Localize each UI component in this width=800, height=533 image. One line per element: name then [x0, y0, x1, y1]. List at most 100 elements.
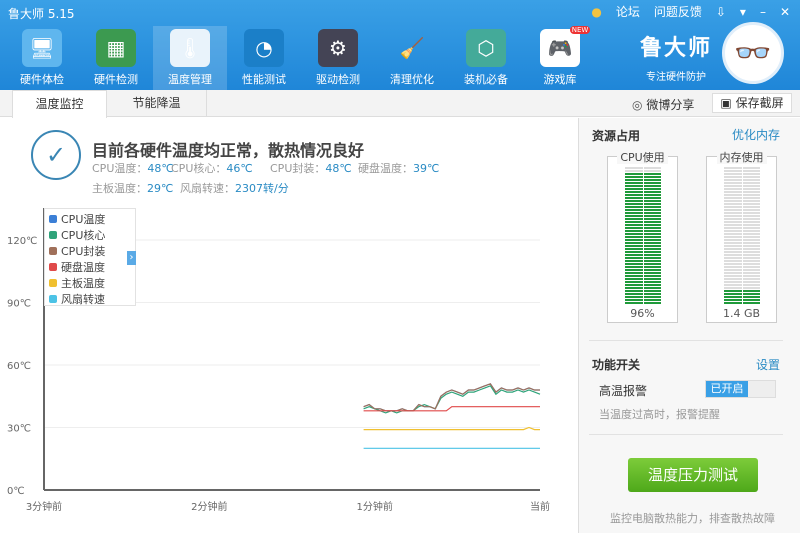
screenshot-label: 保存截屏	[735, 96, 784, 110]
status-item: CPU封装：48℃	[270, 160, 352, 176]
status-value: 46℃	[226, 162, 253, 175]
legend-item[interactable]: 主板温度	[49, 275, 131, 291]
nav-item-1[interactable]: ▦ 硬件检测	[79, 26, 153, 90]
nav-item-0[interactable]: 🖥 硬件体检	[5, 26, 79, 90]
legend-swatch	[49, 295, 57, 303]
brand-name: 鲁大师	[640, 36, 713, 61]
status-label: 硬盘温度：	[358, 162, 413, 175]
y-tick-label: 30℃	[7, 424, 31, 435]
download-icon[interactable]: ⇩	[716, 5, 726, 19]
nav-label: 装机必备	[464, 73, 508, 86]
high-temp-alarm-label: 高温报警	[599, 384, 648, 398]
x-tick-label: 3分钟前	[26, 500, 62, 513]
status-label: CPU温度：	[92, 162, 148, 175]
series-line-硬盘温度	[363, 406, 540, 412]
nav-label: 清理优化	[390, 73, 434, 86]
cpu-usage-value: 96%	[630, 307, 655, 320]
x-tick-label: 1分钟前	[356, 500, 392, 513]
switch-title: 功能开关	[592, 358, 641, 372]
camera-icon: ▣	[720, 96, 732, 110]
legend-label: 风扇转速	[61, 293, 105, 306]
nav-item-4[interactable]: ⚙ 驱动检测	[301, 26, 375, 90]
memory-usage-label: 内存使用	[716, 151, 767, 164]
y-tick-label: 120℃	[7, 236, 37, 247]
cpu-usage-label: CPU使用	[617, 151, 668, 164]
monitor-icon: 🖥	[22, 29, 62, 67]
share-label: 微博分享	[646, 98, 695, 112]
divider	[589, 340, 783, 341]
legend-label: CPU核心	[61, 229, 106, 242]
status-value: 39℃	[413, 162, 440, 175]
legend-expand-button[interactable]: ›	[127, 251, 136, 265]
save-screenshot-button[interactable]: ▣ 保存截屏	[712, 93, 792, 113]
y-tick-label: 0℃	[7, 486, 25, 497]
close-icon[interactable]: ✕	[780, 5, 790, 19]
new-badge: NEW	[569, 26, 591, 34]
status-label: CPU封装：	[270, 162, 326, 175]
forum-link[interactable]: 论坛	[616, 3, 640, 20]
alarm-description: 当温度过高时，报警提醒	[599, 408, 720, 421]
legend-swatch	[49, 215, 57, 223]
status-label: CPU核心：	[171, 162, 227, 175]
broom-icon: 🧹	[399, 36, 425, 60]
legend-item[interactable]: 风扇转速	[49, 291, 131, 307]
status-value: 29℃	[147, 182, 174, 195]
avatar[interactable]: 👓	[722, 22, 784, 84]
chart-legend: CPU温度 CPU核心 CPU封装硬盘温度 主板温度风扇转速	[44, 208, 136, 306]
check-icon: ✓	[31, 130, 81, 180]
stress-test-button[interactable]: 温度压力测试	[628, 458, 758, 492]
status-item: 风扇转速：2307转/分	[180, 180, 289, 196]
brand-slogan: 专注硬件防护	[646, 72, 706, 83]
stress-description: 监控电脑散热能力，排查散热故障	[610, 512, 775, 525]
header: 鲁大师 5.15 ● 论坛 问题反馈 ⇩ ▾ – ✕ 🖥 硬件体检 ▦ 硬件检测 🌡 温度…	[0, 0, 800, 90]
nav-item-7[interactable]: 🎮 游戏库 NEW	[523, 26, 597, 90]
gamepad-icon: 🎮	[540, 29, 580, 67]
nav-label: 游戏库	[543, 73, 577, 86]
feedback-link[interactable]: 问题反馈	[654, 3, 702, 20]
legend-item[interactable]: CPU核心	[49, 227, 131, 243]
legend-swatch	[49, 263, 57, 271]
status-item: 主板温度：29℃	[92, 180, 173, 196]
legend-item[interactable]: CPU温度	[49, 211, 131, 227]
status-item: CPU核心：46℃	[171, 160, 253, 176]
y-tick-label: 90℃	[7, 299, 31, 310]
tab-temperature-monitor[interactable]: 温度监控	[12, 90, 107, 118]
legend-item[interactable]: CPU封装	[49, 243, 131, 259]
legend-item[interactable]: 硬盘温度	[49, 259, 131, 275]
thermometer-icon: 🌡	[170, 29, 210, 67]
tab-energy-cooling[interactable]: 节能降温	[107, 90, 207, 117]
minimize-icon[interactable]: –	[760, 5, 766, 19]
nav-item-2[interactable]: 🌡 温度管理	[153, 26, 227, 90]
weibo-share-button[interactable]: ◎ 微博分享	[632, 96, 694, 113]
memory-usage-meter: 内存使用 1.4 GB	[706, 151, 777, 323]
nav-label: 硬件检测	[94, 73, 138, 86]
nav-label: 驱动检测	[316, 73, 360, 86]
x-tick-label: 当前	[530, 500, 550, 513]
legend-swatch	[49, 279, 57, 287]
speedometer-icon: ◔	[244, 29, 284, 67]
medal-icon[interactable]: ●	[591, 5, 601, 19]
nav-item-3[interactable]: ◔ 性能测试	[227, 26, 301, 90]
legend-swatch	[49, 247, 57, 255]
high-temp-alarm-toggle[interactable]: 已开启	[705, 380, 776, 398]
toggle-state: 已开启	[706, 381, 748, 397]
status-value: 48℃	[147, 162, 174, 175]
status-item: 硬盘温度：39℃	[358, 160, 439, 176]
status-headline: 目前各硬件温度均正常，散热情况良好	[92, 141, 365, 160]
legend-label: CPU封装	[61, 245, 106, 258]
status-value: 48℃	[325, 162, 352, 175]
nav-item-6[interactable]: ⬡ 装机必备	[449, 26, 523, 90]
status-value: 2307转/分	[235, 182, 289, 195]
app-title: 鲁大师 5.15	[8, 7, 75, 21]
legend-label: 硬盘温度	[61, 261, 105, 274]
menu-icon[interactable]: ▾	[740, 5, 746, 19]
status-label: 风扇转速：	[180, 182, 235, 195]
settings-link[interactable]: 设置	[756, 356, 780, 373]
sidebar: 资源占用 优化内存 CPU使用 96% 内存使用 1.4 GB 功能开关 设置 …	[578, 118, 800, 533]
memory-usage-value: 1.4 GB	[722, 307, 761, 320]
nav-item-5[interactable]: 🧹 清理优化	[375, 26, 449, 90]
nav-label: 硬件体检	[20, 73, 64, 86]
graphics-card-icon: ▦	[96, 29, 136, 67]
nav-label: 性能测试	[242, 73, 286, 86]
optimize-memory-link[interactable]: 优化内存	[732, 126, 780, 143]
